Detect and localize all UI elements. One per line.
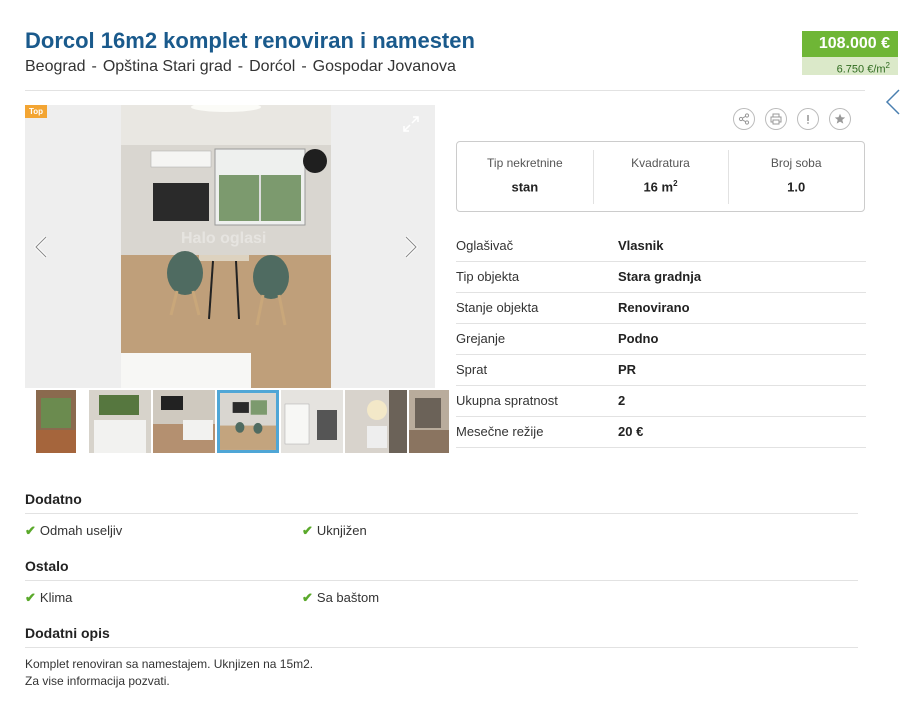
- section-title: Dodatno: [25, 491, 858, 514]
- exclamation-icon[interactable]: [797, 108, 819, 130]
- detail-row: Oglašivač Vlasnik: [456, 231, 866, 262]
- section-description: Dodatni opis Komplet renoviran sa namest…: [25, 625, 858, 690]
- check-icon: ✔: [302, 590, 313, 605]
- description-text: Komplet renoviran sa namestajem. Uknjize…: [25, 657, 314, 688]
- thumbnail-selected[interactable]: [217, 390, 279, 453]
- price: 108.000 €: [802, 31, 898, 57]
- breadcrumb-item[interactable]: Dorćol: [249, 58, 295, 75]
- chevron-left-icon[interactable]: [884, 88, 900, 116]
- feature-item: ✔ Uknjižen: [302, 523, 367, 538]
- photo-gallery[interactable]: Halo oglasi Top: [25, 105, 435, 388]
- listing-title: Dorcol 16m2 komplet renoviran i namesten: [25, 28, 475, 53]
- check-icon: ✔: [302, 523, 313, 538]
- thumbnail[interactable]: [153, 390, 215, 453]
- section-title: Dodatni opis: [25, 625, 858, 648]
- feature-item: ✔ Sa baštom: [302, 590, 380, 605]
- detail-row: Sprat PR: [456, 355, 866, 386]
- action-icons: [733, 108, 851, 130]
- thumbnail-strip: [25, 390, 449, 453]
- watermark: Halo oglasi: [181, 230, 266, 247]
- summary-area: Kvadratura 16 m2: [592, 142, 729, 211]
- divider: [25, 90, 865, 91]
- breadcrumb-item[interactable]: Gospodar Jovanova: [313, 58, 456, 75]
- star-icon[interactable]: [829, 108, 851, 130]
- section-ostalo: Ostalo ✔ Klima ✔ Sa baštom: [25, 558, 858, 611]
- thumbnail[interactable]: [345, 390, 407, 453]
- detail-row: Tip objekta Stara gradnja: [456, 262, 866, 293]
- summary-property-type: Tip nekretnine stan: [487, 156, 563, 195]
- thumbnail[interactable]: [25, 390, 87, 453]
- summary-rooms: Broj soba 1.0: [728, 142, 864, 211]
- feature-item: ✔ Klima: [25, 590, 73, 605]
- section-title: Ostalo: [25, 558, 858, 581]
- thumbnail[interactable]: [409, 390, 449, 453]
- breadcrumb: Beograd - Opština Stari grad - Dorćol - Gospod…: [25, 58, 456, 75]
- price-per-sqm: 6.750 €/m2: [802, 57, 898, 76]
- feature-item: ✔ Odmah useljiv: [25, 523, 123, 538]
- details-table: Oglašivač Vlasnik Tip objekta Stara gradnj…: [456, 231, 866, 448]
- print-icon[interactable]: [765, 108, 787, 130]
- section-dodatno: Dodatno ✔ Odmah useljiv ✔ Uknjižen: [25, 491, 858, 544]
- check-icon: ✔: [25, 523, 36, 538]
- chevron-left-icon[interactable]: [33, 235, 49, 259]
- expand-icon[interactable]: [402, 115, 420, 133]
- top-badge: Top: [25, 105, 48, 118]
- detail-row: Ukupna spratnost 2: [456, 386, 866, 417]
- detail-row: Mesečne režije 20 €: [456, 417, 866, 448]
- main-photo[interactable]: Halo oglasi: [121, 105, 331, 388]
- check-icon: ✔: [25, 590, 36, 605]
- detail-row: Grejanje Podno: [456, 324, 866, 355]
- summary-box: Tip nekretnine stan Kvadratura 16 m2 Bro…: [456, 141, 865, 212]
- price-box: 108.000 € 6.750 €/m2: [802, 31, 898, 76]
- chevron-right-icon[interactable]: [403, 235, 419, 259]
- thumbnail[interactable]: [281, 390, 343, 453]
- share-icon[interactable]: [733, 108, 755, 130]
- thumbnail[interactable]: [89, 390, 151, 453]
- breadcrumb-item[interactable]: Beograd: [25, 58, 86, 75]
- breadcrumb-item[interactable]: Opština Stari grad: [103, 58, 232, 75]
- detail-row: Stanje objekta Renovirano: [456, 293, 866, 324]
